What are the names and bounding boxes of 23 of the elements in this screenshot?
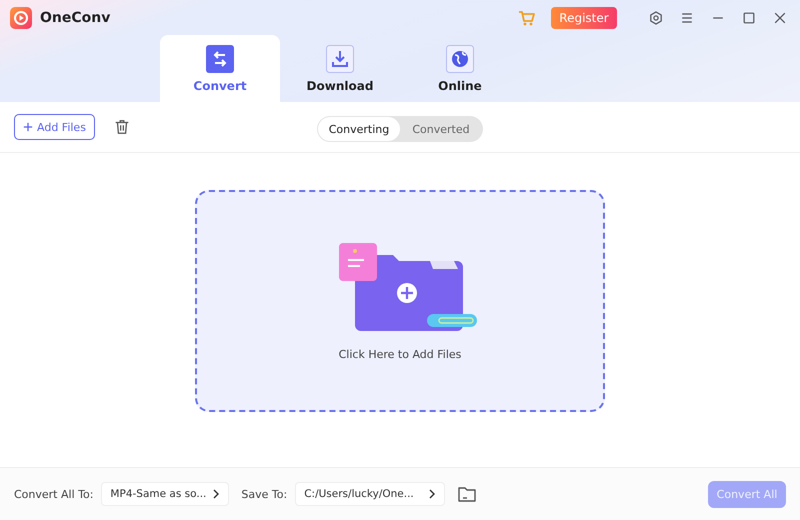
convert-arrows-icon [206, 44, 234, 72]
settings-icon[interactable] [648, 10, 664, 26]
add-files-button[interactable]: Add Files [14, 114, 95, 140]
plus-icon [23, 122, 33, 132]
app-logo-icon [10, 6, 32, 28]
globe-icon [446, 44, 474, 72]
format-select[interactable]: MP4-Same as so... [101, 482, 230, 506]
chevron-right-icon [428, 489, 436, 499]
tab[interactable]: Convert [160, 35, 280, 102]
chevron-right-icon [212, 489, 220, 499]
download-icon [326, 44, 354, 72]
maximize-icon[interactable] [741, 10, 757, 26]
save-label: Save To: [241, 488, 288, 500]
drop-zone-label: Click Here to Add Files [338, 348, 462, 361]
trash-icon[interactable] [112, 118, 131, 136]
format-label: Convert All To: [14, 488, 94, 500]
segment-tab[interactable]: Converted [400, 117, 482, 141]
drop-zone[interactable]: Click Here to Add Files [195, 190, 605, 412]
tab[interactable]: Online [400, 35, 520, 102]
save-path-select[interactable]: C:/Users/lucky/One... [295, 482, 446, 506]
app-title: OneConv [40, 10, 110, 26]
segment-tab[interactable]: Converting [318, 117, 400, 141]
tab[interactable]: Download [280, 35, 400, 102]
